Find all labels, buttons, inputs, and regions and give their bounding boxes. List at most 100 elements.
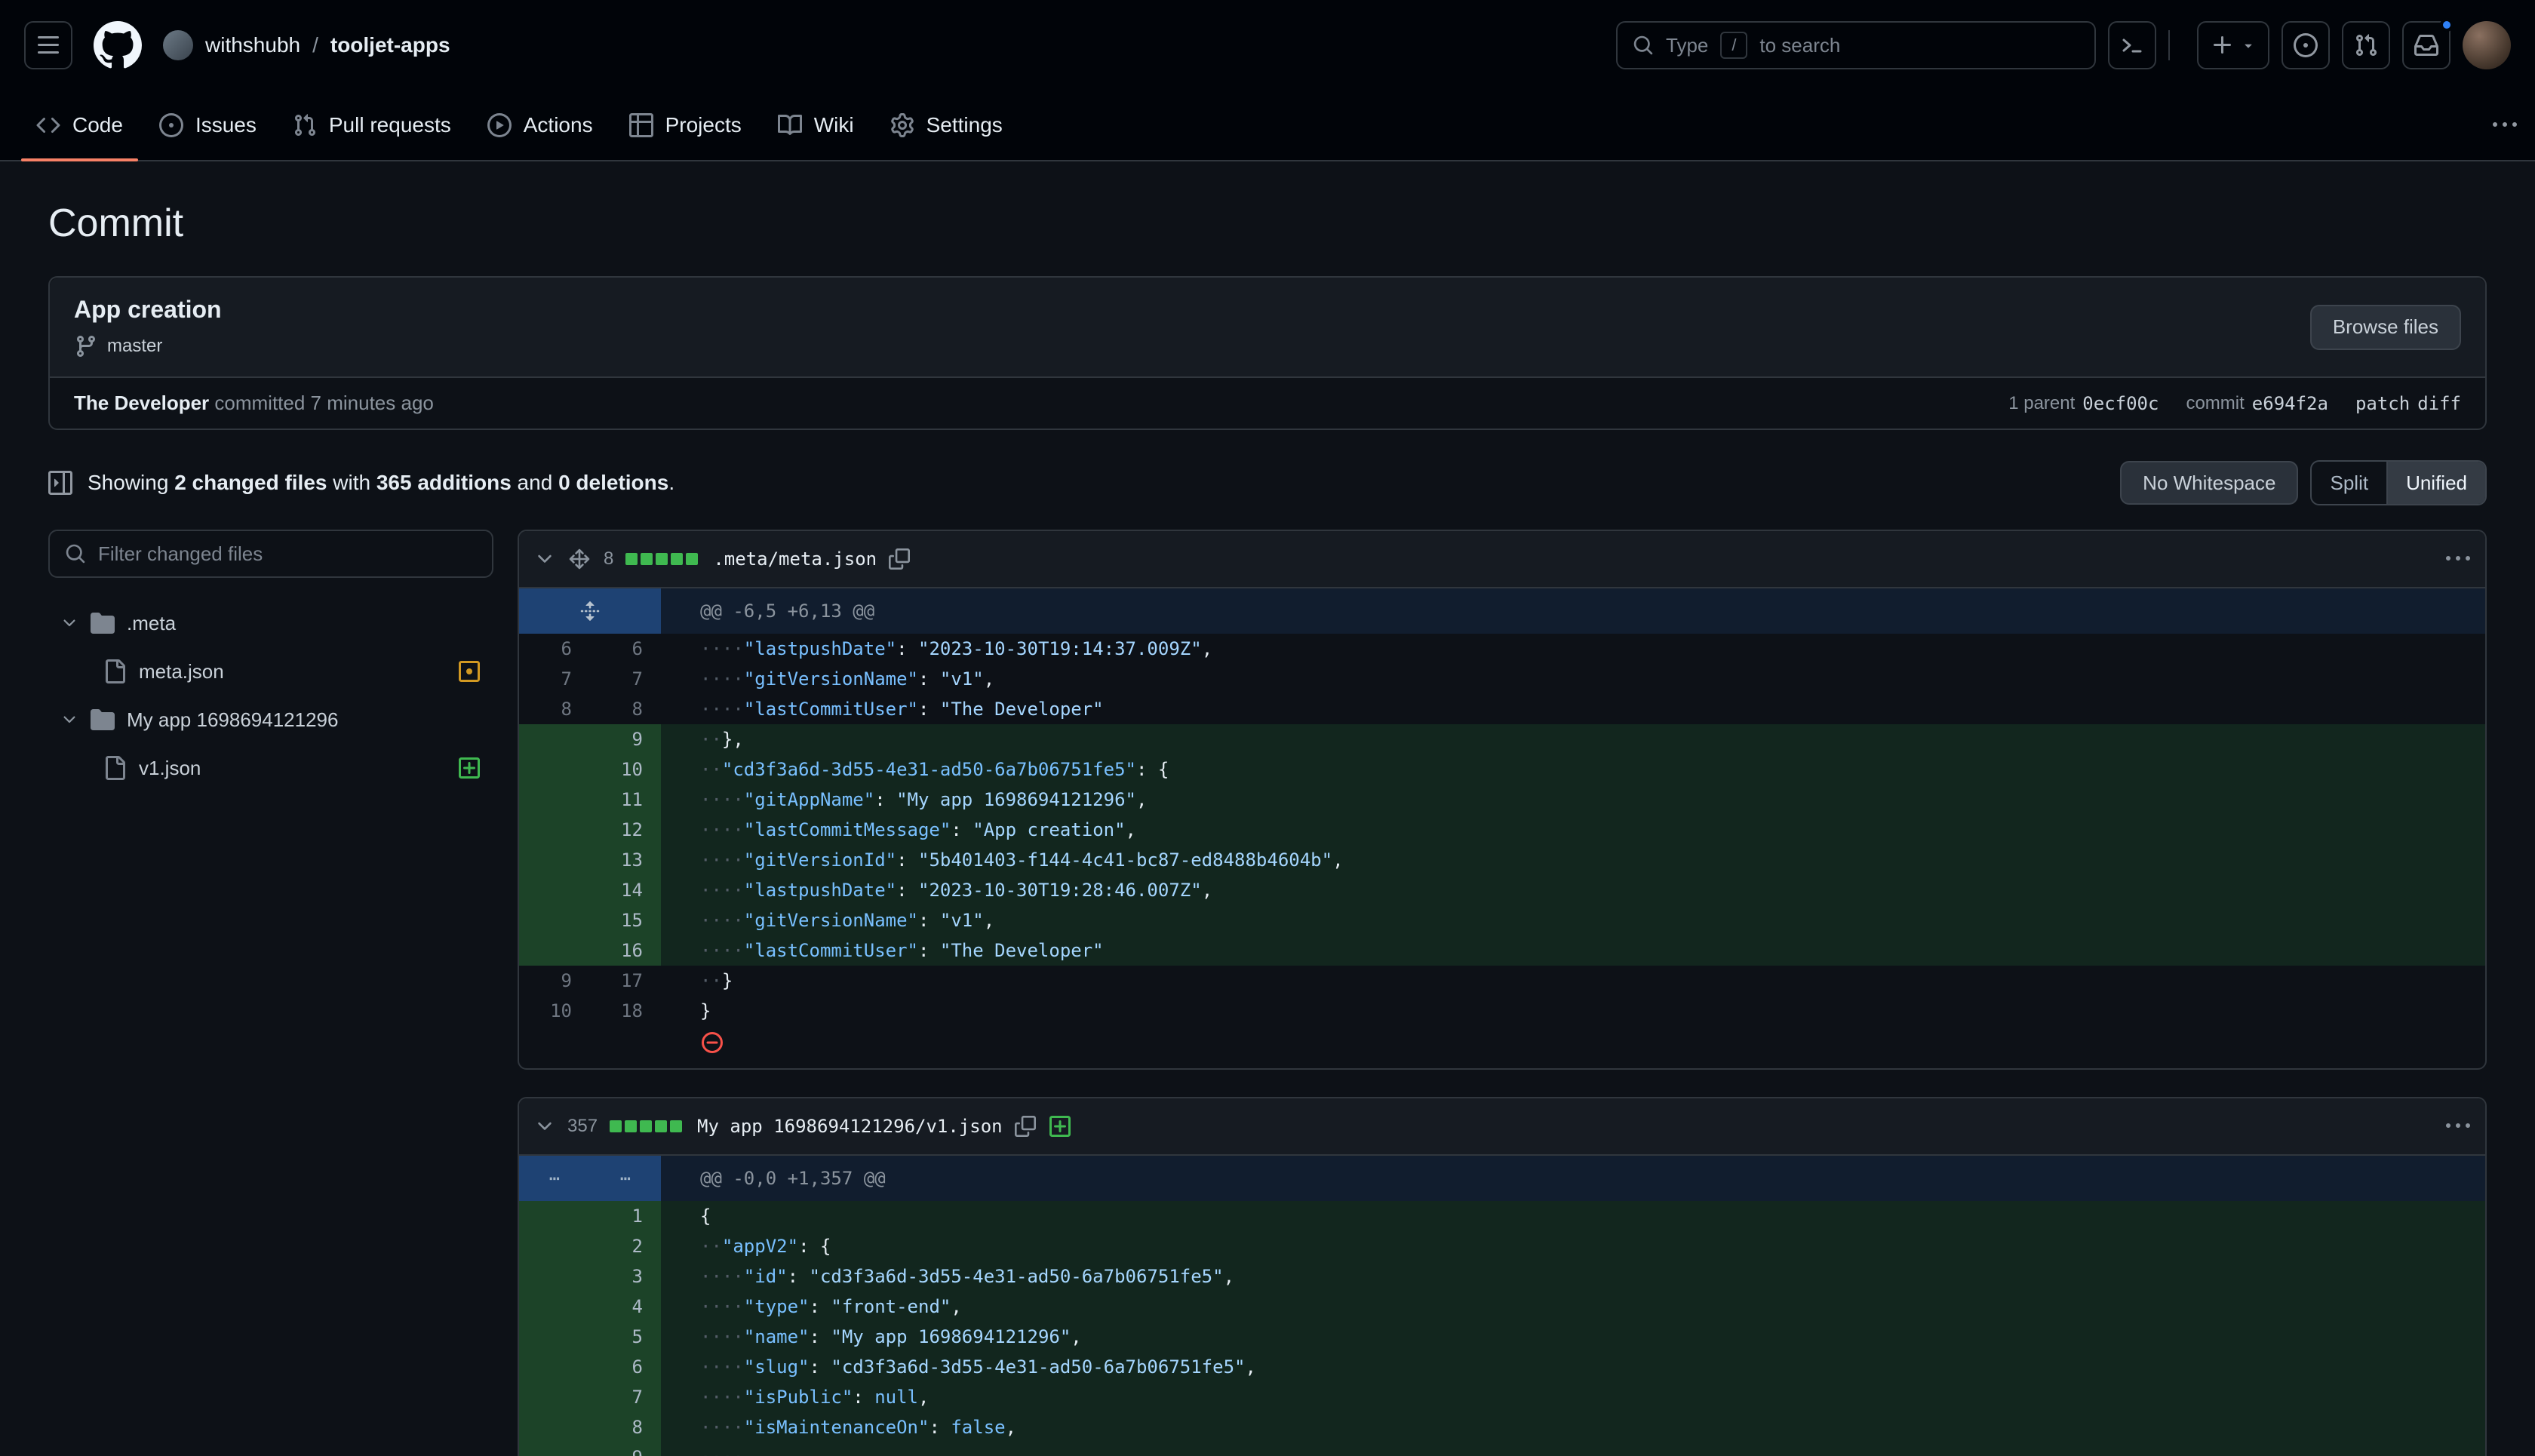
line-number-new[interactable]: 5 <box>590 1322 661 1352</box>
line-number-new[interactable]: 7 <box>590 1382 661 1412</box>
move-arrows-icon <box>567 547 592 571</box>
line-number-old[interactable] <box>519 875 590 905</box>
expand-hunk-button[interactable] <box>519 588 661 634</box>
line-number-old[interactable] <box>519 1292 590 1322</box>
line-number-old[interactable] <box>519 1442 590 1456</box>
commit-author[interactable]: The Developer <box>74 392 209 414</box>
line-number-old[interactable] <box>519 815 590 845</box>
line-number-new[interactable]: 1 <box>590 1201 661 1231</box>
line-number-old[interactable]: 7 <box>519 664 590 694</box>
line-number-old[interactable] <box>519 754 590 785</box>
browse-files-button[interactable]: Browse files <box>2310 305 2461 350</box>
user-avatar[interactable] <box>2463 21 2511 69</box>
line-number-new[interactable]: 2 <box>590 1231 661 1261</box>
line-number-old[interactable] <box>519 724 590 754</box>
file-name-link[interactable]: .meta/meta.json <box>713 548 877 570</box>
line-number-new[interactable]: 16 <box>590 935 661 966</box>
chevron-down-icon <box>534 1116 555 1137</box>
diff-line: 7····"isPublic": null, <box>519 1382 2485 1412</box>
line-number-new[interactable]: 11 <box>590 785 661 815</box>
chevron-down-icon <box>534 548 555 570</box>
tab-actions[interactable]: Actions <box>472 91 608 160</box>
patch-link[interactable]: patch <box>2355 393 2410 414</box>
no-whitespace-button[interactable]: No Whitespace <box>2120 461 2298 505</box>
line-number-old[interactable] <box>519 785 590 815</box>
copy-path-button[interactable] <box>889 548 910 570</box>
code-line: ··"cd3f3a6d-3d55-4e31-ad50-6a7b06751fe5"… <box>661 754 2485 785</box>
filter-files-input[interactable]: Filter changed files <box>48 530 493 578</box>
file-options-button[interactable] <box>2446 1114 2470 1138</box>
line-number-old[interactable]: 10 <box>519 996 590 1026</box>
tab-code[interactable]: Code <box>21 91 138 160</box>
line-number-new[interactable]: 7 <box>590 664 661 694</box>
unified-view-button[interactable]: Unified <box>2386 462 2485 504</box>
tree-file-v1-json[interactable]: v1.json <box>48 744 493 792</box>
branch-name[interactable]: master <box>107 336 162 357</box>
line-number-new[interactable]: 6 <box>590 634 661 664</box>
line-number-new[interactable]: 9 <box>590 724 661 754</box>
line-number-old[interactable]: 9 <box>519 966 590 996</box>
expand-all-button[interactable]: ⋯⋯ <box>519 1156 661 1201</box>
line-number-new[interactable]: 17 <box>590 966 661 996</box>
page-title: Commit <box>48 201 2487 246</box>
line-number-new[interactable]: 4 <box>590 1292 661 1322</box>
copy-path-button[interactable] <box>1015 1116 1036 1137</box>
line-number-old[interactable] <box>519 845 590 875</box>
notifications-button[interactable] <box>2402 21 2450 69</box>
split-view-button[interactable]: Split <box>2312 462 2386 504</box>
line-number-new[interactable]: 8 <box>590 694 661 724</box>
diff-link[interactable]: diff <box>2417 393 2461 414</box>
file-name-link[interactable]: My app 1698694121296/v1.json <box>697 1116 1003 1137</box>
line-number-old[interactable] <box>519 905 590 935</box>
line-number-new[interactable]: 10 <box>590 754 661 785</box>
tree-file-meta-json[interactable]: meta.json <box>48 647 493 696</box>
file-modified-icon <box>457 659 481 683</box>
line-number-old[interactable] <box>519 1201 590 1231</box>
create-new-button[interactable] <box>2197 21 2269 69</box>
line-number-new[interactable]: 15 <box>590 905 661 935</box>
line-number-new[interactable]: 13 <box>590 845 661 875</box>
drag-handle-icon[interactable] <box>567 547 592 571</box>
collapse-file-button[interactable] <box>534 548 555 570</box>
file-options-button[interactable] <box>2446 547 2470 571</box>
line-number-new[interactable]: 8 <box>590 1412 661 1442</box>
line-number-new[interactable]: 6 <box>590 1352 661 1382</box>
line-number-old[interactable] <box>519 1231 590 1261</box>
parent-sha-link[interactable]: 0ecf00c <box>2082 393 2159 414</box>
line-number-old[interactable]: 8 <box>519 694 590 724</box>
hamburger-menu-button[interactable] <box>24 21 72 69</box>
line-number-new[interactable]: 12 <box>590 815 661 845</box>
diff-line: 9···· <box>519 1442 2485 1456</box>
tab-wiki[interactable]: Wiki <box>763 91 869 160</box>
search-input[interactable]: Type / to search <box>1616 21 2096 69</box>
line-number-old[interactable] <box>519 1261 590 1292</box>
line-number-old[interactable] <box>519 1322 590 1352</box>
nav-overflow-button[interactable] <box>2493 113 2517 137</box>
breadcrumb-owner[interactable]: withshubh <box>205 33 300 57</box>
line-number-old[interactable] <box>519 1412 590 1442</box>
file-tree-toggle-button[interactable] <box>48 471 72 495</box>
diff-panels: 8 .meta/meta.json <box>518 530 2487 1456</box>
collapse-file-button[interactable] <box>534 1116 555 1137</box>
tab-settings[interactable]: Settings <box>875 91 1018 160</box>
line-number-old[interactable]: 6 <box>519 634 590 664</box>
command-palette-button[interactable] <box>2108 21 2156 69</box>
tree-folder-my-app[interactable]: My app 1698694121296 <box>48 696 493 744</box>
breadcrumb-repo[interactable]: tooljet-apps <box>330 33 450 57</box>
tree-folder-meta[interactable]: .meta <box>48 599 493 647</box>
line-number-new[interactable]: 18 <box>590 996 661 1026</box>
line-number-new[interactable]: 9 <box>590 1442 661 1456</box>
tab-pull-requests[interactable]: Pull requests <box>278 91 466 160</box>
tab-projects[interactable]: Projects <box>614 91 757 160</box>
line-number-old[interactable] <box>519 1352 590 1382</box>
github-logo[interactable] <box>94 21 142 69</box>
line-number-new[interactable]: 14 <box>590 875 661 905</box>
line-number-new[interactable]: 3 <box>590 1261 661 1292</box>
pull-requests-global-button[interactable] <box>2342 21 2390 69</box>
issues-global-button[interactable] <box>2282 21 2330 69</box>
slash-key-badge: / <box>1720 32 1747 59</box>
tab-issues[interactable]: Issues <box>144 91 272 160</box>
line-number-old[interactable] <box>519 935 590 966</box>
diff-line: 66····"lastpushDate": "2023-10-30T19:14:… <box>519 634 2485 664</box>
line-number-old[interactable] <box>519 1382 590 1412</box>
